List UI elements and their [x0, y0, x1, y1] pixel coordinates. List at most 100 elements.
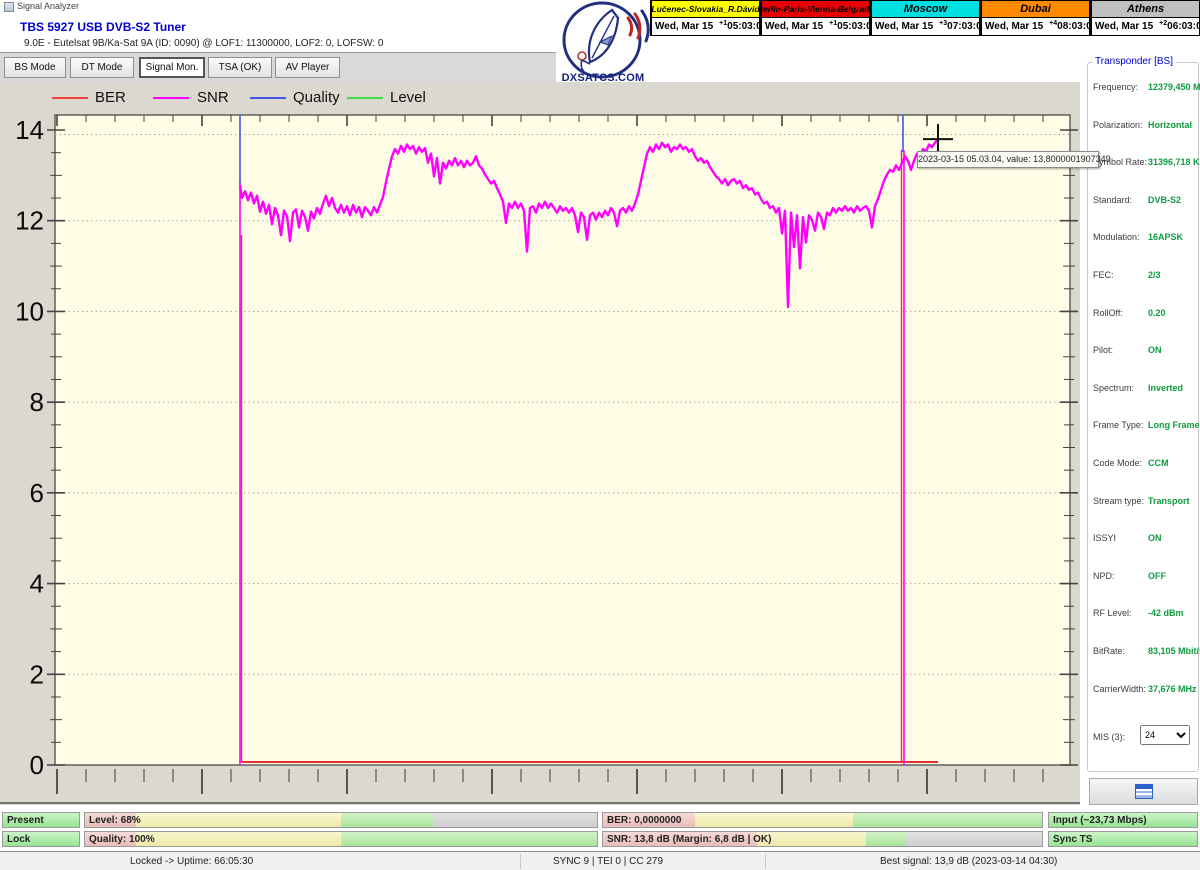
- tp-label-14: RF Level:: [1093, 608, 1132, 618]
- status-best-signal: Best signal: 13,9 dB (2023-03-14 04:30): [880, 856, 1057, 867]
- tab-tsa-ok-[interactable]: TSA (OK): [208, 57, 272, 78]
- bar-segment-green: [341, 813, 433, 827]
- bar-label: Present: [7, 815, 44, 826]
- tab-dt-mode[interactable]: DT Mode: [70, 57, 134, 78]
- tp-label-6: RollOff:: [1093, 308, 1123, 318]
- bar-label: BER: 0,0000000: [607, 815, 682, 826]
- indicator-quality-100: Quality: 100%: [84, 831, 598, 847]
- status-separator: [765, 854, 766, 869]
- tp-value-3: DVB-S2: [1148, 195, 1181, 205]
- y-axis-label: 8: [30, 387, 44, 417]
- status-sync: SYNC 9 | TEI 0 | CC 279: [553, 856, 663, 867]
- tp-label-0: Frequency:: [1093, 82, 1138, 92]
- bar-segment-yellow: [695, 813, 853, 827]
- tp-value-16: 37,676 MHz: [1148, 684, 1197, 694]
- tp-value-2: 31396,718 KS/s: [1148, 157, 1200, 167]
- tp-label-4: Modulation:: [1093, 232, 1140, 242]
- clock-time: Wed, Mar 15+105:03:03: [762, 18, 869, 35]
- clock-city-label: Lučenec-Slovakia_R.Dávid: [652, 1, 759, 18]
- tp-value-1: Horizontal: [1148, 120, 1192, 130]
- tab-bs-mode[interactable]: BS Mode: [4, 57, 66, 78]
- tp-label-10: Code Mode:: [1093, 458, 1142, 468]
- signal-chart-plot[interactable]: 02468101214: [0, 82, 1080, 805]
- tp-value-15: 83,105 Mbit/s: [1148, 646, 1200, 656]
- transponder-title: Transponder [BS]: [1092, 56, 1176, 67]
- indicator-ber-0-0000000: BER: 0,0000000: [602, 812, 1043, 828]
- bar-label: Input (~23,73 Mbps): [1053, 815, 1147, 826]
- tp-value-4: 16APSK: [1148, 232, 1183, 242]
- tp-value-9: Long Frame: [1148, 420, 1200, 430]
- window-titlebar: Signal Analyzer: [0, 0, 560, 13]
- tp-label-8: Spectrum:: [1093, 383, 1134, 393]
- bar-segment-yellow: [136, 832, 341, 846]
- window-title: Signal Analyzer: [17, 1, 79, 11]
- y-axis-label: 12: [15, 206, 44, 236]
- plot-area[interactable]: [55, 115, 1070, 765]
- tp-value-0: 12379,450 MHz: [1148, 82, 1200, 92]
- tp-label-5: FEC:: [1093, 270, 1114, 280]
- tp-value-5: 2/3: [1148, 270, 1161, 280]
- bar-label: Sync TS: [1053, 834, 1092, 845]
- status-uptime: Locked -> Uptime: 66:05:30: [130, 856, 253, 867]
- clock-time: Wed, Mar 15+105:03:03: [652, 18, 759, 35]
- tab-signal-mon-[interactable]: Signal Mon.: [139, 57, 205, 78]
- tp-value-7: ON: [1148, 345, 1162, 355]
- clock-time: Wed, Mar 15+408:03:03: [982, 18, 1089, 35]
- bar-segment-green: [853, 813, 1042, 827]
- clock-moscow: MoscowWed, Mar 15+307:03:03: [870, 0, 980, 36]
- bar-segment-green: [341, 832, 597, 846]
- status-separator: [520, 854, 521, 869]
- tp-value-11: Transport: [1148, 496, 1190, 506]
- bar-label: Quality: 100%: [89, 834, 155, 845]
- sidebar-list-button[interactable]: [1089, 778, 1198, 805]
- clock-city-label: Dubai: [982, 1, 1089, 18]
- tp-label-15: BitRate:: [1093, 646, 1125, 656]
- tp-label-12: ISSYI: [1093, 533, 1116, 543]
- status-bar: Locked -> Uptime: 66:05:30 SYNC 9 | TEI …: [0, 851, 1200, 870]
- tab-strip: BS ModeDT ModeSignal Mon.TSA (OK)AV Play…: [0, 53, 562, 82]
- transponder-groupbox: [1087, 62, 1199, 772]
- y-axis-label: 10: [15, 296, 44, 326]
- bar-segment-yellow: [136, 813, 341, 827]
- clock-time: Wed, Mar 15+307:03:03: [872, 18, 979, 35]
- app-icon: [4, 2, 14, 12]
- bar-segment-empty: [433, 813, 597, 827]
- indicator-snr-13-8-db-margin-6-8-db-ok: SNR: 13,8 dB (Margin: 6,8 dB | OK): [602, 831, 1043, 847]
- tp-value-10: CCM: [1148, 458, 1169, 468]
- tp-label-1: Polarization:: [1093, 120, 1143, 130]
- tuning-info: 9.0E - Eutelsat 9B/Ka-Sat 9A (ID: 0090) …: [24, 38, 383, 49]
- y-axis-label: 2: [30, 659, 44, 689]
- mis-dropdown[interactable]: 24: [1140, 725, 1190, 745]
- y-axis-label: 0: [30, 750, 44, 780]
- transponder-sidebar: Transponder [BS] Frequency: 12379,450 MHz…: [1085, 0, 1200, 870]
- tp-label-13: NPD:: [1093, 571, 1115, 581]
- indicator-level-68: Level: 68%: [84, 812, 598, 828]
- indicator-present: Present: [2, 812, 80, 828]
- tp-value-14: -42 dBm: [1148, 608, 1184, 618]
- clock-city-label: Berlin-Paris-Vienna-Belgrade: [762, 1, 869, 18]
- bar-segment-yellow: [757, 832, 867, 846]
- tp-label-11: Stream type:: [1093, 496, 1144, 506]
- clock-dubai: DubaiWed, Mar 15+408:03:03: [980, 0, 1090, 36]
- device-title: TBS 5927 USB DVB-S2 Tuner: [20, 20, 186, 34]
- indicator-sync-ts: Sync TS: [1048, 831, 1198, 847]
- clock-berlin-paris-vienna-belgrade: Berlin-Paris-Vienna-BelgradeWed, Mar 15+…: [760, 0, 870, 36]
- tp-label-3: Standard:: [1093, 195, 1132, 205]
- indicator-lock: Lock: [2, 831, 80, 847]
- clock-city-label: Moscow: [872, 1, 979, 18]
- tp-label-7: Pilot:: [1093, 345, 1113, 355]
- bar-label: Lock: [7, 834, 30, 845]
- bar-label: SNR: 13,8 dB (Margin: 6,8 dB | OK): [607, 834, 771, 845]
- tp-value-12: ON: [1148, 533, 1162, 543]
- tp-label-16: CarrierWidth:: [1093, 684, 1146, 694]
- dxsatcs-logo: DXSATCS.COM: [556, 0, 650, 88]
- tp-label-9: Frame Type:: [1093, 420, 1143, 430]
- y-axis-label: 4: [30, 569, 44, 599]
- tp-value-13: OFF: [1148, 571, 1166, 581]
- tp-value-6: 0.20: [1148, 308, 1166, 318]
- bar-segment-empty: [906, 832, 1042, 846]
- bar-segment-green: [866, 832, 906, 846]
- tab-av-player[interactable]: AV Player: [275, 57, 340, 78]
- list-icon: [1135, 784, 1153, 799]
- y-axis-label: 6: [30, 478, 44, 508]
